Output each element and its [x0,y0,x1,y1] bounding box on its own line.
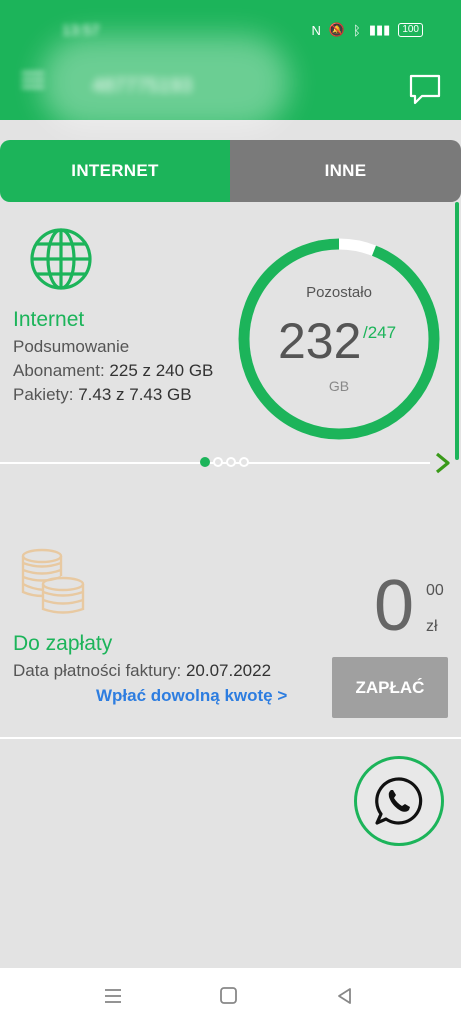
pager-dot[interactable] [200,457,210,467]
due-date: 20.07.2022 [185,661,272,680]
bluetooth-icon: ᛒ [353,22,361,38]
tab-inne[interactable]: INNE [230,140,461,202]
subscription-value: 225 z 240 GB [109,361,214,380]
tab-bar: INTERNET INNE [0,140,461,202]
amount-main: 0 [374,566,415,646]
whatsapp-icon [375,777,423,825]
subscription-label: Abonament: [13,361,105,380]
subscription-row: Abonament: 225 z 240 GB [13,361,213,381]
lte-signal-icon: ▮▮▮ [368,22,391,37]
scroll-indicator [455,202,459,460]
back-icon[interactable] [334,986,356,1006]
ring-unit: GB [328,378,350,394]
amount-cents: 00 [426,582,444,599]
pager-dot[interactable] [239,457,249,467]
packages-value: 7.43 z 7.43 GB [78,385,192,404]
amount-currency: zł [426,618,438,635]
nfc-icon: N [311,22,321,38]
packages-row: Pakiety: 7.43 z 7.43 GB [13,385,192,405]
next-arrow-icon[interactable] [432,451,454,475]
battery-icon: 100 [398,23,423,37]
ring-value: 232 [278,313,362,369]
pay-any-amount-link[interactable]: Wpłać dowolną kwotę > [96,686,287,706]
app-header: 13:57 N 🔕 ᛒ ▮▮▮ 100 487775193 [0,0,461,130]
chat-icon[interactable] [408,72,442,106]
menu-icon[interactable] [22,72,44,90]
system-nav-bar [0,968,461,1024]
pay-button[interactable]: ZAPŁAĆ [332,657,448,718]
status-icons: N 🔕 ᛒ ▮▮▮ 100 [311,22,423,38]
recents-icon[interactable] [102,986,124,1006]
home-icon[interactable] [218,986,240,1006]
coins-icon [21,548,85,614]
payment-title: Do zapłaty [13,632,113,655]
status-bar: 13:57 N 🔕 ᛒ ▮▮▮ 100 [0,0,461,50]
packages-label: Pakiety: [13,385,74,404]
ring-total: /247 [363,323,397,342]
tab-internet[interactable]: INTERNET [0,140,230,202]
globe-icon [30,228,92,290]
ring-label: Pozostało [306,284,372,301]
pager-dot[interactable] [226,457,236,467]
account-name: 487775193 [92,75,193,97]
whatsapp-button[interactable] [354,756,444,846]
internet-title: Internet [13,308,85,331]
due-row: Data płatności faktury: 20.07.2022 [13,661,271,681]
due-label: Data płatności faktury: [13,661,182,680]
status-time: 13:57 [62,22,100,39]
section-divider [0,737,461,739]
internet-summary: Podsumowanie [13,337,130,356]
mute-icon: 🔕 [328,22,346,37]
pager-dots [200,457,249,467]
pager-dot[interactable] [213,457,223,467]
